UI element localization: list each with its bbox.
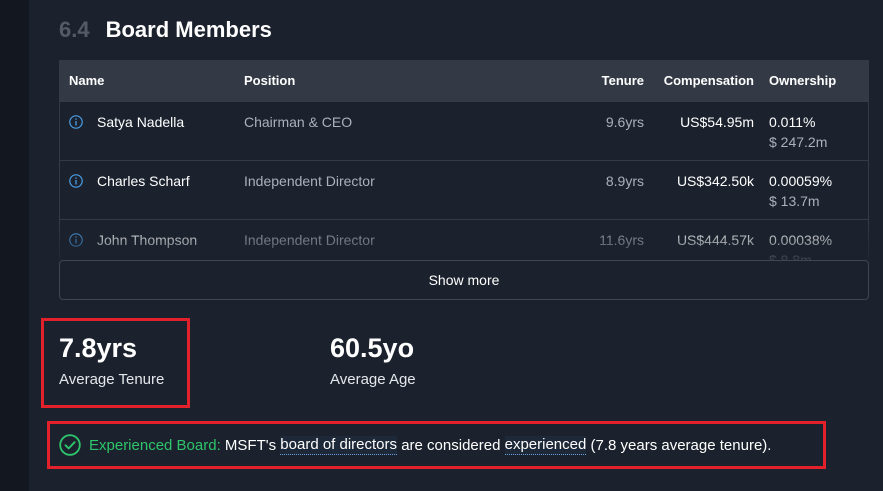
ownership-value: $ 247.2m — [769, 134, 828, 150]
table-row[interactable]: Satya Nadella Chairman & CEO 9.6yrs US$5… — [60, 101, 868, 160]
header-ownership[interactable]: Ownership — [754, 73, 854, 88]
header-name[interactable]: Name — [60, 73, 244, 88]
header-compensation[interactable]: Compensation — [644, 73, 754, 88]
member-name[interactable]: Charles Scharf — [97, 173, 190, 189]
statement-middle: are considered — [401, 436, 501, 454]
experienced-prefix: Experienced Board: — [89, 436, 221, 454]
experienced-link[interactable]: experienced — [504, 435, 587, 455]
member-name[interactable]: John Thompson — [97, 232, 197, 248]
table-header: Name Position Tenure Compensation Owners… — [60, 60, 868, 101]
experienced-board-statement: Experienced Board: MSFT's board of direc… — [59, 431, 771, 459]
check-circle-icon — [59, 434, 81, 456]
section-title: Board Members — [105, 17, 272, 42]
info-circle-icon[interactable] — [69, 115, 83, 129]
member-tenure: 8.9yrs — [605, 173, 644, 189]
left-gutter — [0, 0, 29, 491]
member-tenure: 9.6yrs — [605, 114, 644, 130]
ownership-value: $ 13.7m — [769, 193, 820, 209]
member-position: Chairman & CEO — [244, 114, 353, 130]
ownership-percent: 0.011% — [769, 114, 816, 130]
member-position: Independent Director — [244, 232, 375, 248]
ownership-percent: 0.00038% — [769, 232, 833, 248]
info-circle-icon[interactable] — [69, 174, 83, 188]
ownership-percent: 0.00059% — [769, 173, 833, 189]
section-header: 6.4 Board Members — [59, 14, 272, 46]
member-ownership: 0.011% $ 247.2m — [754, 102, 854, 150]
table-row[interactable]: Charles Scharf Independent Director 8.9y… — [60, 160, 868, 219]
average-age-stat: 60.5yo Average Age — [330, 333, 416, 388]
member-compensation: US$54.95m — [680, 114, 754, 130]
statement-suffix: (7.8 years average tenure). — [590, 436, 772, 454]
ownership-value: $ 8.8m — [769, 252, 812, 260]
member-ownership: 0.00038% $ 8.8m — [754, 220, 854, 260]
ticker-text: MSFT's — [224, 436, 277, 454]
header-tenure[interactable]: Tenure — [584, 73, 644, 88]
table-row[interactable]: John Thompson Independent Director 11.6y… — [60, 219, 868, 260]
average-tenure-value: 7.8yrs — [59, 333, 138, 363]
board-members-table: Name Position Tenure Compensation Owners… — [59, 60, 869, 260]
member-tenure: 11.6yrs — [599, 232, 644, 248]
member-compensation: US$342.50k — [676, 173, 754, 189]
board-of-directors-link[interactable]: board of directors — [280, 435, 398, 455]
section-number: 6.4 — [59, 17, 90, 42]
info-circle-icon[interactable] — [69, 233, 83, 247]
average-tenure-stat: 7.8yrs Average Tenure — [59, 333, 164, 388]
member-ownership: 0.00059% $ 13.7m — [754, 161, 854, 209]
average-age-label: Average Age — [330, 371, 416, 388]
average-age-value: 60.5yo — [330, 333, 415, 363]
average-tenure-label: Average Tenure — [59, 371, 165, 388]
member-name[interactable]: Satya Nadella — [97, 114, 184, 130]
member-compensation: US$444.57k — [676, 232, 754, 248]
header-position[interactable]: Position — [244, 73, 584, 88]
show-more-button[interactable]: Show more — [59, 260, 869, 300]
member-position: Independent Director — [244, 173, 375, 189]
